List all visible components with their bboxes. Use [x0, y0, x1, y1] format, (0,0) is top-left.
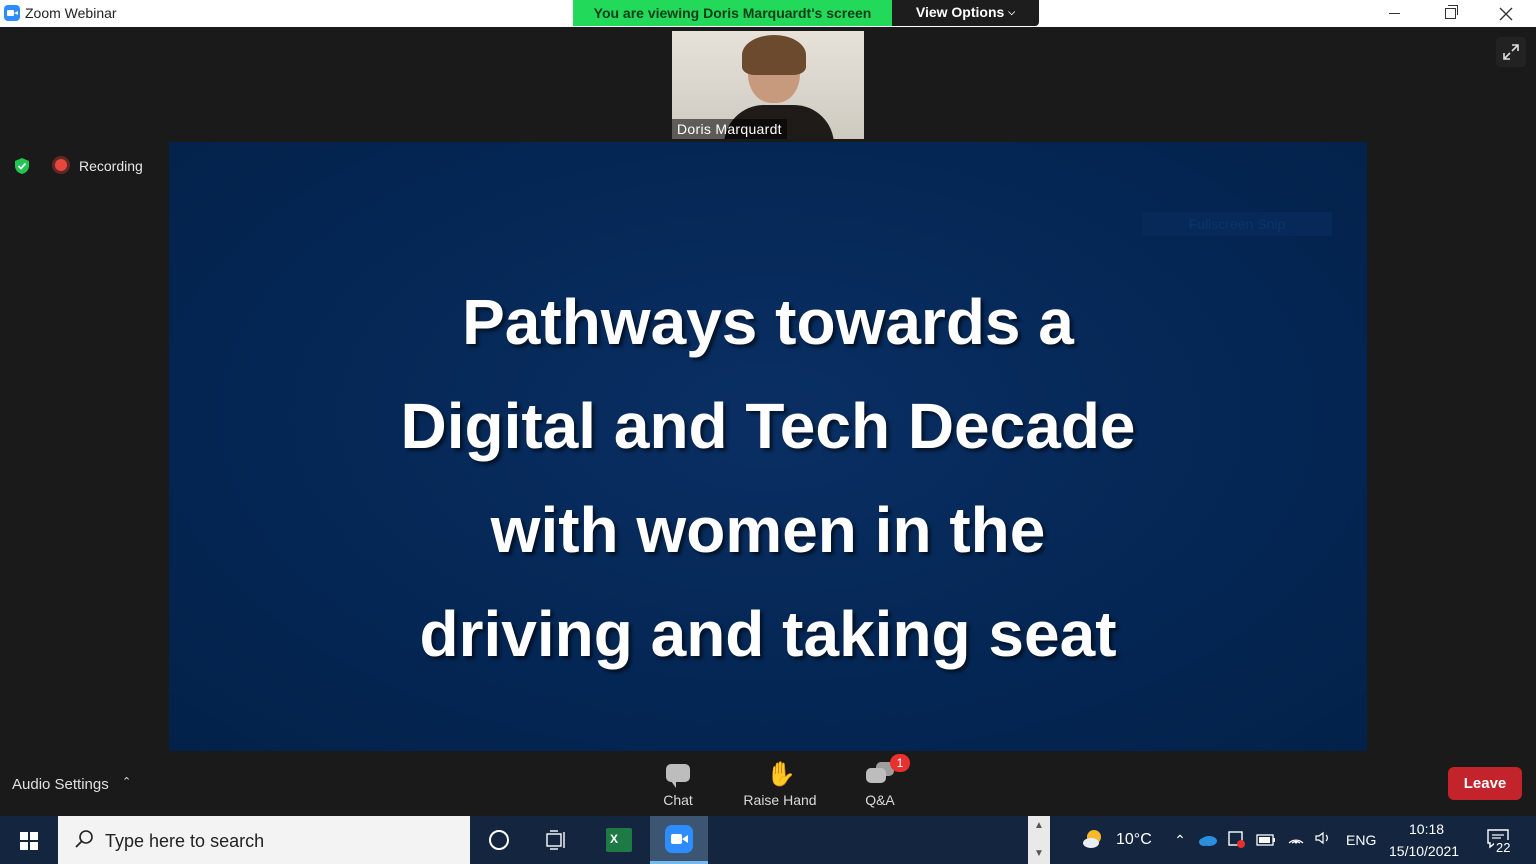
search-placeholder: Type here to search: [105, 831, 265, 851]
volume-icon[interactable]: [1313, 830, 1333, 850]
slide-title-line: driving and taking seat: [419, 598, 1117, 670]
chevron-down-icon: ⌵: [1008, 7, 1016, 17]
view-options-button[interactable]: View Options ⌵: [892, 0, 1039, 26]
clock-date[interactable]: 15/10/2021: [1389, 843, 1459, 859]
chat-bubble-icon: [664, 762, 692, 788]
faint-overlay-label: Fullscreen Snip: [1142, 212, 1332, 236]
weather-temperature[interactable]: 10°C: [1116, 831, 1152, 849]
partly-sunny-icon[interactable]: [1082, 828, 1104, 850]
zoom-camera-icon: [4, 5, 20, 21]
taskbar-scroll[interactable]: ▲ ▼: [1028, 816, 1050, 864]
slide-title: Pathways towards a Digital and Tech Deca…: [169, 270, 1367, 686]
scroll-down-icon[interactable]: ▼: [1034, 848, 1044, 859]
windows-taskbar: Type here to search ▲ ▼ 10°C ⌃: [0, 816, 1536, 864]
clock-time[interactable]: 10:18: [1409, 821, 1444, 837]
chevron-up-icon[interactable]: ⌃: [122, 775, 131, 788]
sync-alert-icon[interactable]: [1226, 830, 1246, 850]
meeting-area: Doris Marquardt Recording Fullscreen Sni…: [0, 27, 1536, 754]
zoom-taskbar-button[interactable]: [650, 816, 708, 864]
task-view-button[interactable]: [528, 816, 586, 864]
wifi-icon[interactable]: [1286, 830, 1306, 850]
close-icon: [1499, 7, 1513, 20]
magnifier-icon: [75, 830, 93, 848]
onedrive-cloud-icon[interactable]: [1198, 830, 1218, 850]
restore-icon: [1444, 5, 1458, 19]
slide-title-line: Pathways towards a: [462, 286, 1074, 358]
qa-label: Q&A: [865, 792, 895, 808]
battery-icon[interactable]: [1256, 830, 1276, 850]
circle-icon: [489, 830, 509, 850]
minimize-icon: [1388, 13, 1400, 14]
minimize-button[interactable]: [1366, 0, 1422, 27]
taskbar-search-box[interactable]: Type here to search: [58, 816, 470, 864]
chat-label: Chat: [663, 792, 693, 808]
viewing-screen-banner: You are viewing Doris Marquardt's screen: [573, 0, 892, 26]
slide-title-line: with women in the: [490, 494, 1046, 566]
close-button[interactable]: [1478, 0, 1534, 27]
hand-icon: ✋: [766, 761, 796, 788]
window-title: Zoom Webinar: [25, 5, 117, 21]
record-dot-icon: [55, 159, 67, 171]
shield-check-icon[interactable]: [14, 157, 30, 175]
excel-taskbar-button[interactable]: [590, 816, 648, 864]
speaker-video-tile[interactable]: Doris Marquardt: [672, 31, 864, 139]
slide-title-line: Digital and Tech Decade: [400, 390, 1136, 462]
speaker-hair: [742, 35, 806, 75]
qa-badge: 1: [890, 754, 910, 772]
restore-button[interactable]: [1422, 0, 1478, 27]
chat-button[interactable]: Chat: [650, 758, 706, 814]
start-button[interactable]: [0, 816, 58, 864]
zoom-icon: [665, 824, 693, 853]
audio-settings-button[interactable]: Audio Settings: [12, 776, 109, 793]
cortana-button[interactable]: [470, 816, 528, 864]
notification-count: 22: [1494, 840, 1513, 855]
expand-arrows-icon[interactable]: [1496, 37, 1526, 67]
speaker-name-label: Doris Marquardt: [672, 119, 787, 139]
raise-hand-button[interactable]: ✋ Raise Hand: [736, 758, 824, 814]
input-language[interactable]: ENG: [1346, 832, 1376, 848]
recording-label: Recording: [79, 158, 143, 174]
meeting-toolbar: Audio Settings ⌃ Chat ✋ Raise Hand Q&A 1…: [0, 754, 1536, 816]
scroll-up-icon[interactable]: ▲: [1034, 820, 1044, 831]
leave-button[interactable]: Leave: [1448, 767, 1522, 800]
title-bar: Zoom Webinar You are viewing Doris Marqu…: [0, 0, 1536, 27]
view-options-label: View Options: [915, 4, 1005, 20]
task-view-icon: [546, 830, 565, 850]
chevron-up-icon[interactable]: ⌃: [1170, 830, 1190, 850]
raise-hand-label: Raise Hand: [743, 792, 817, 808]
shared-screen: Fullscreen Snip Pathways towards a Digit…: [169, 142, 1367, 751]
excel-icon: [606, 828, 632, 852]
